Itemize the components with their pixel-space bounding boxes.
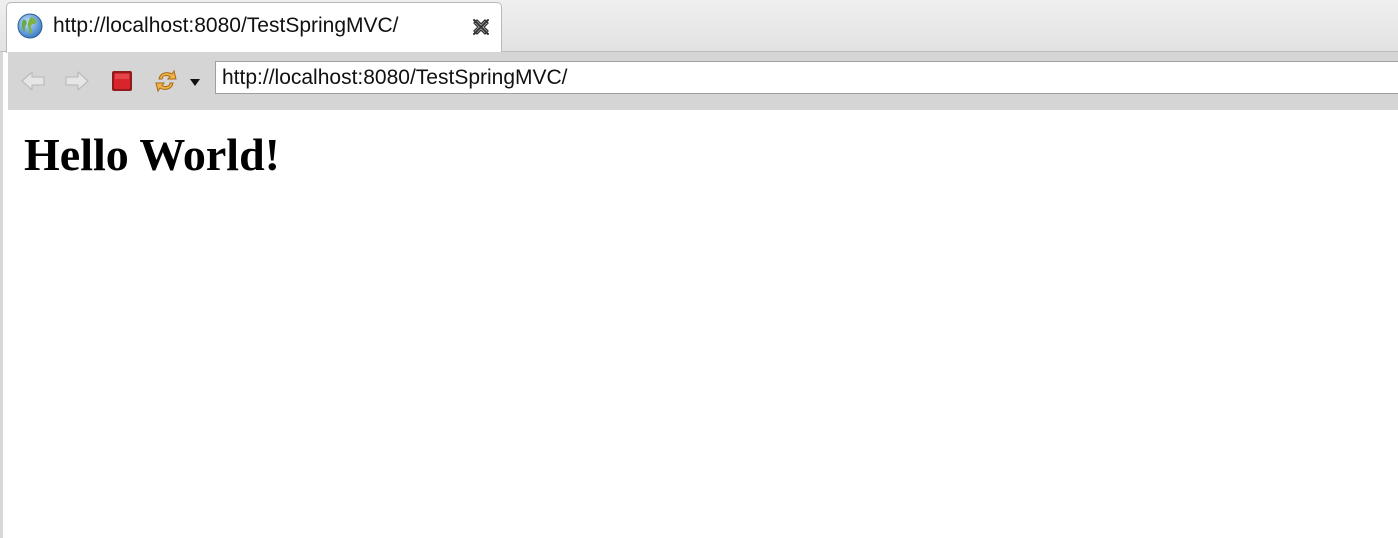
browser-toolbar: [8, 52, 1398, 110]
page-heading: Hello World!: [24, 129, 280, 180]
stop-icon[interactable]: [107, 66, 137, 96]
refresh-icon[interactable]: [151, 66, 181, 96]
close-icon[interactable]: [470, 16, 492, 38]
globe-icon: [17, 13, 43, 39]
forward-arrow-icon[interactable]: [62, 66, 92, 96]
dropdown-arrow-icon[interactable]: [188, 66, 202, 96]
page-content: Hello World!: [8, 110, 1398, 538]
browser-tab[interactable]: http://localhost:8080/TestSpringMVC/: [6, 2, 502, 53]
address-bar-input[interactable]: [215, 61, 1398, 94]
tab-title: http://localhost:8080/TestSpringMVC/: [53, 14, 399, 37]
back-arrow-icon[interactable]: [18, 66, 48, 96]
tab-bar: http://localhost:8080/TestSpringMVC/: [0, 0, 1398, 53]
window-left-edge: [0, 52, 3, 538]
